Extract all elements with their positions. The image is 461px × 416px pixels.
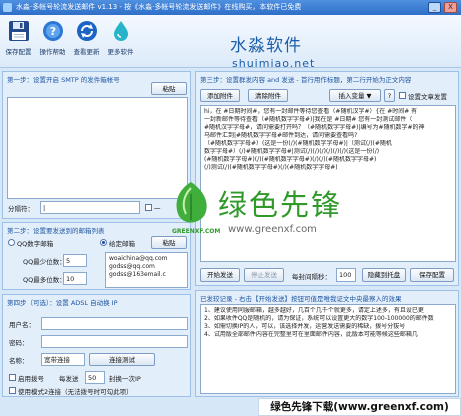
send-log-title: 已发较记录 - 右击【开始发送】按钮可值是唯我证文中央最察入的效果 bbox=[200, 295, 402, 303]
connection-test-button[interactable]: 连接测试 bbox=[89, 353, 155, 366]
email-item: godss@qq.com bbox=[109, 263, 155, 270]
qq-max-label: QQ最多位数： bbox=[23, 276, 66, 284]
step4-title: 第四步（可选）：设置 ADSL 自动换 IP bbox=[7, 299, 118, 307]
log-line: 1、建议使用同服邮箱，越多越好，几百个几千个就更多，请定上述多，有且设已更 bbox=[204, 307, 424, 314]
separator-checkbox[interactable] bbox=[145, 204, 152, 211]
step1-paste-button[interactable]: 粘贴 bbox=[151, 82, 187, 95]
toolbar-item-label: 查看更新 bbox=[73, 48, 100, 56]
close-button[interactable]: X bbox=[444, 2, 457, 13]
mode2-checkbox[interactable] bbox=[9, 387, 16, 394]
adsl-password-label: 密码： bbox=[9, 339, 29, 347]
more-software-toolbar-button[interactable]: 更多软件 bbox=[104, 19, 137, 56]
content-line: 马邮件汇到|#随机数字字母#邮件到达，请问需要查看吗? bbox=[204, 132, 358, 139]
save-config-toolbar-button[interactable]: 保存配置 bbox=[2, 19, 35, 56]
qq-number-radio[interactable] bbox=[8, 239, 15, 246]
start-send-button[interactable]: 开始发送 bbox=[200, 268, 240, 282]
help-question-button[interactable]: ? bbox=[384, 89, 395, 102]
given-email-radio[interactable] bbox=[100, 239, 107, 246]
sender-accounts-textarea[interactable] bbox=[7, 97, 188, 199]
content-line: 数字字母#）(/)#随机数字字母#|测试(/)(/)(/)(/)(/)(/)(这… bbox=[204, 148, 380, 155]
insert-variable-label: 插入变量 bbox=[338, 92, 365, 100]
update-icon bbox=[75, 19, 99, 43]
stop-send-button[interactable]: 停止发送 bbox=[244, 268, 284, 282]
brand-name: 水淼软件 bbox=[230, 36, 302, 56]
toolbar-item-label: 操作帮助 bbox=[39, 48, 66, 56]
html-format-label: 设置文章发置 bbox=[408, 93, 447, 101]
title-bar: 水淼·多帐号轮流发送邮件 v1.13 - 按《水淼·多帐号轮流发送邮件》在线购买… bbox=[0, 0, 461, 15]
adsl-password-input[interactable] bbox=[41, 335, 188, 348]
html-format-checkbox[interactable] bbox=[399, 92, 406, 99]
step2-title: 第二步：设置要发送到的邮箱列表 bbox=[7, 227, 105, 235]
mode2-label: 使用模式2连接（无法拨号时可勾此项） bbox=[18, 388, 133, 396]
qq-min-input[interactable]: 5 bbox=[63, 254, 87, 267]
step1-panel: 第一步：设置开启 SMTP 的发件箱帐号 粘贴 分隔符： | 一 bbox=[2, 71, 191, 219]
interval-input[interactable]: 100 bbox=[336, 268, 356, 282]
recipient-emails-textarea[interactable]: woaichina@qq.com godss@qq.com godss@163e… bbox=[105, 252, 188, 288]
watermark-url: www.greenxf.com bbox=[228, 224, 317, 235]
add-attachment-button[interactable]: 添加附件 bbox=[200, 89, 240, 102]
every-send-input[interactable]: 50 bbox=[85, 371, 105, 384]
step3-title: 第三步：设置群发内容 and 发送 - 首行用作标题，第二行开始为正文内容 bbox=[200, 76, 412, 84]
step4-panel: 第四步（可选）：设置 ADSL 自动换 IP 用户名： 密码： 名称： 宽带连接… bbox=[2, 294, 191, 397]
clear-attachment-button[interactable]: 清除附件 bbox=[248, 89, 288, 102]
qq-number-radio-label: QQ数字邮箱 bbox=[17, 240, 54, 248]
separator-hint: 一 bbox=[154, 205, 161, 213]
check-update-toolbar-button[interactable]: 查看更新 bbox=[70, 19, 103, 56]
greenxf-logo-icon bbox=[170, 180, 212, 234]
app-icon bbox=[3, 3, 12, 12]
content-line: （#随机数字字母#）(这是一份(/)(#随机数字字母#)|（测试(/)(#随机 bbox=[204, 140, 392, 147]
given-email-radio-label: 给定邮箱 bbox=[109, 240, 135, 248]
enable-dial-checkbox[interactable] bbox=[9, 374, 16, 381]
log-line: 2、如果收件QQ是随机的，请为保证，系统可以设置更大的数字100-100000的… bbox=[204, 315, 434, 322]
adsl-username-input[interactable] bbox=[41, 317, 188, 330]
switch-ip-label: 封换一次IP bbox=[109, 375, 141, 383]
send-log-panel: 已发较记录 - 右击【开始发送】按钮可值是唯我证文中央最察入的效果 1、建议使用… bbox=[195, 290, 459, 397]
content-line: #随机汉字字母#，请问需要打开吗？（#随机数字字母#)|编号为#随机数字#的神 bbox=[204, 124, 425, 131]
adsl-username-label: 用户名： bbox=[9, 321, 35, 329]
chevron-down-icon: ▼ bbox=[366, 92, 372, 100]
watermark-logo-text: GREENXF.COM bbox=[172, 228, 221, 235]
insert-variable-button[interactable]: 插入变量 ▼ bbox=[329, 89, 381, 102]
content-line: 一封新邮件等待查看（#随机数字字母#)|我在是 #日期# 您有一封测试邮件（ bbox=[204, 116, 413, 123]
window-title: 水淼·多帐号轮流发送邮件 v1.13 - 按《水淼·多帐号轮流发送邮件》在线购买… bbox=[16, 3, 302, 11]
watermark-cn: 绿色先锋 bbox=[218, 188, 343, 222]
floppy-disk-icon bbox=[7, 19, 31, 43]
help-icon: ? bbox=[41, 19, 65, 43]
qq-max-input[interactable]: 10 bbox=[63, 272, 87, 285]
log-line: 3、如需切换IP的人，可以，该选择并发，运营发送需要的稀缺，拨号分拔号 bbox=[204, 323, 406, 330]
content-line: hi，在 #日期时间#，您有一封邮件等待您查看（#随机汉字#）{在 #时间# 有 bbox=[204, 108, 418, 115]
log-line: 4、试用版全部邮件内容在完整里可在里面邮件内容，此版本可能等候这些邮箱几 bbox=[204, 331, 418, 338]
toolbar: 保存配置 ? 操作帮助 查看更新 更多软件 水淼软件 shuimiao.net bbox=[0, 15, 461, 70]
adsl-name-label: 名称： bbox=[9, 357, 29, 365]
step3-panel: 第三步：设置群发内容 and 发送 - 首行用作标题，第二行开始为正文内容 添加… bbox=[195, 71, 459, 286]
watermark: GREENXF.COM 绿色先锋 www.greenxf.com bbox=[170, 180, 400, 250]
enable-dial-label: 启用拨号 bbox=[18, 375, 44, 383]
separator-label: 分隔符： bbox=[8, 205, 34, 213]
toolbar-item-label: 保存配置 bbox=[5, 48, 32, 56]
help-toolbar-button[interactable]: ? 操作帮助 bbox=[36, 19, 69, 56]
interval-label: 每封间隔秒： bbox=[292, 273, 331, 281]
email-item: woaichina@qq.com bbox=[109, 255, 168, 262]
every-send-label: 每发送 bbox=[59, 375, 79, 383]
email-item: godss@163email.c bbox=[109, 271, 166, 278]
water-drop-icon bbox=[109, 19, 133, 43]
step2-panel: 第二步：设置要发送到的邮箱列表 QQ数字邮箱 给定邮箱 粘贴 QQ最少位数： 5… bbox=[2, 222, 191, 290]
minimize-button[interactable]: _ bbox=[428, 2, 441, 13]
toolbar-item-label: 更多软件 bbox=[107, 48, 134, 56]
svg-text:?: ? bbox=[49, 25, 55, 38]
send-log-textarea[interactable]: 1、建议使用同服邮箱，越多越好，几百个几千个就更多，请定上述多，有且设已更 2、… bbox=[200, 304, 456, 394]
separator-input[interactable]: | bbox=[40, 201, 140, 214]
footer-watermark: 绿色先锋下载(www.greenxf.com) bbox=[258, 398, 461, 416]
hide-to-tray-button[interactable]: 隐藏到托盘 bbox=[362, 268, 406, 282]
content-line: (#随机数字字母#)(/)(#随机数字字母#)(/)(/)(#随机数字字母#) bbox=[204, 156, 377, 163]
adsl-name-input[interactable]: 宽带连接 bbox=[41, 353, 85, 366]
brand-url: shuimiao.net bbox=[232, 57, 316, 70]
save-config-button[interactable]: 保存配置 bbox=[410, 268, 454, 282]
content-line: (/)测试(/)(#随机数字字母#)(/)(#随机数字字母#) bbox=[204, 164, 338, 171]
qq-min-label: QQ最少位数： bbox=[23, 258, 66, 266]
